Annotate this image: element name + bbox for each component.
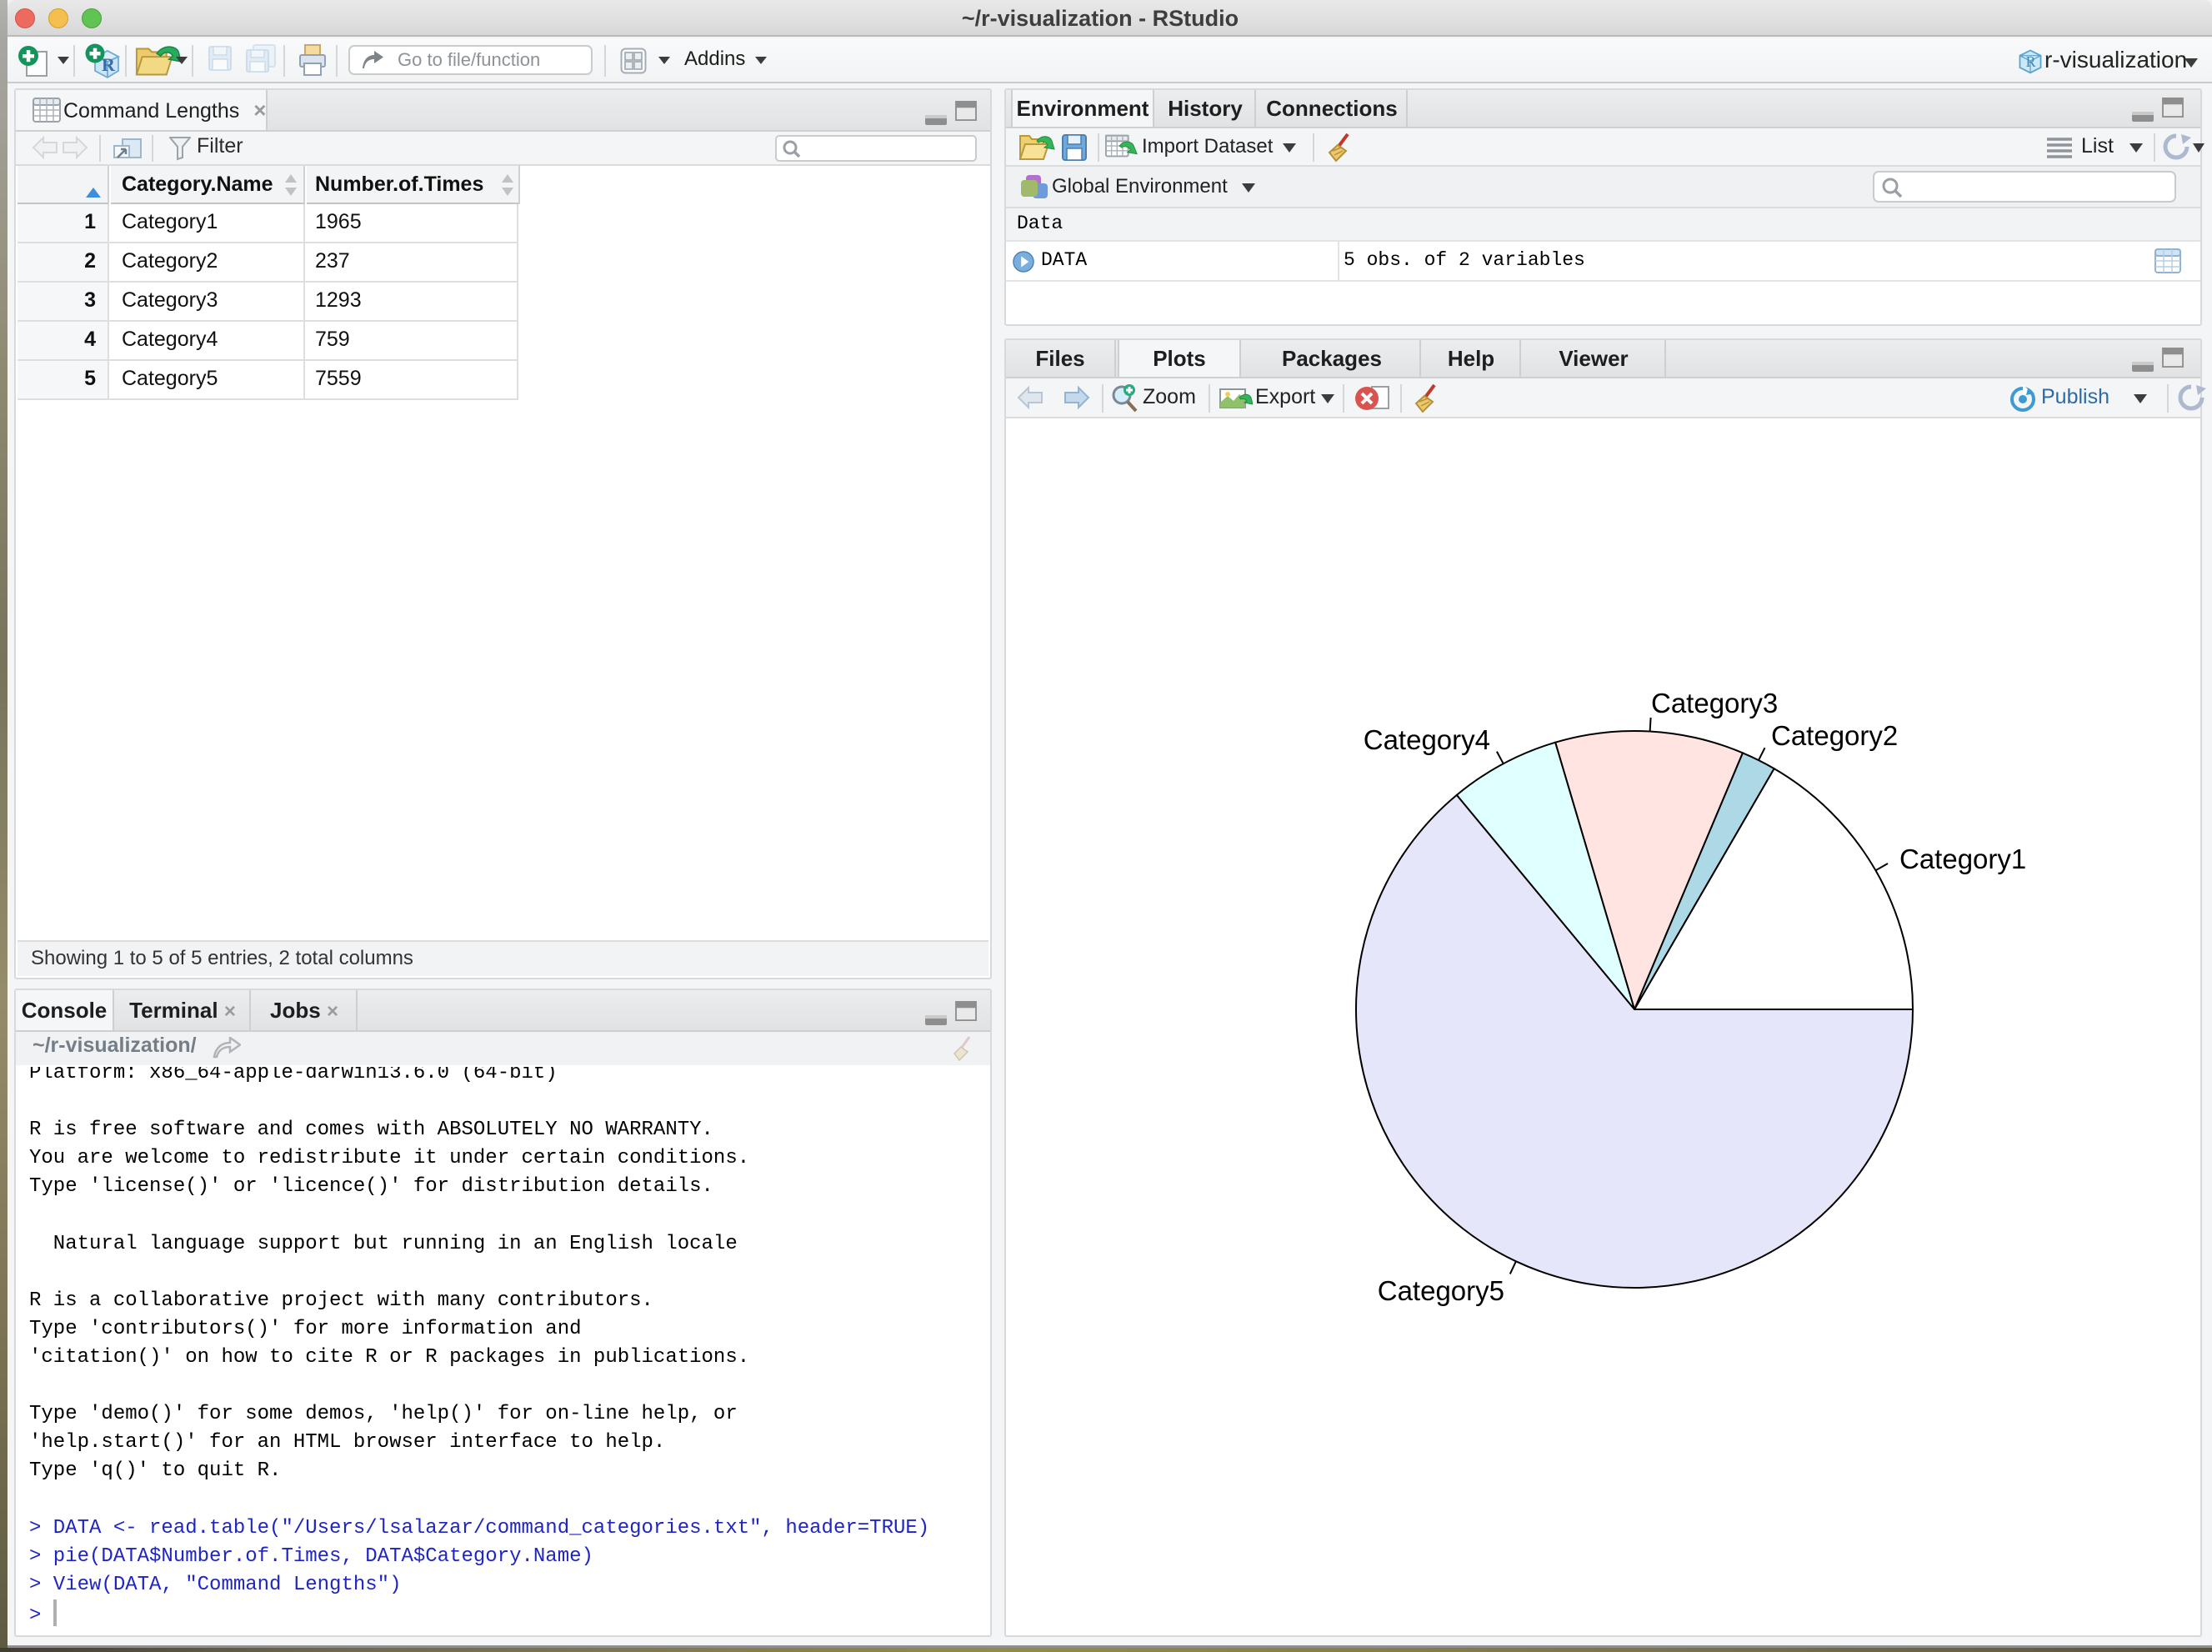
svg-text:R: R (2026, 53, 2036, 70)
svg-text:Category2: Category2 (1771, 720, 1898, 751)
svg-text:Category4: Category4 (1364, 724, 1490, 755)
svg-text:Category1: Category1 (1899, 844, 2026, 874)
svg-text:Category5: Category5 (1378, 1275, 1504, 1306)
svg-text:Category3: Category3 (1651, 688, 1778, 718)
svg-text:R: R (102, 54, 116, 75)
